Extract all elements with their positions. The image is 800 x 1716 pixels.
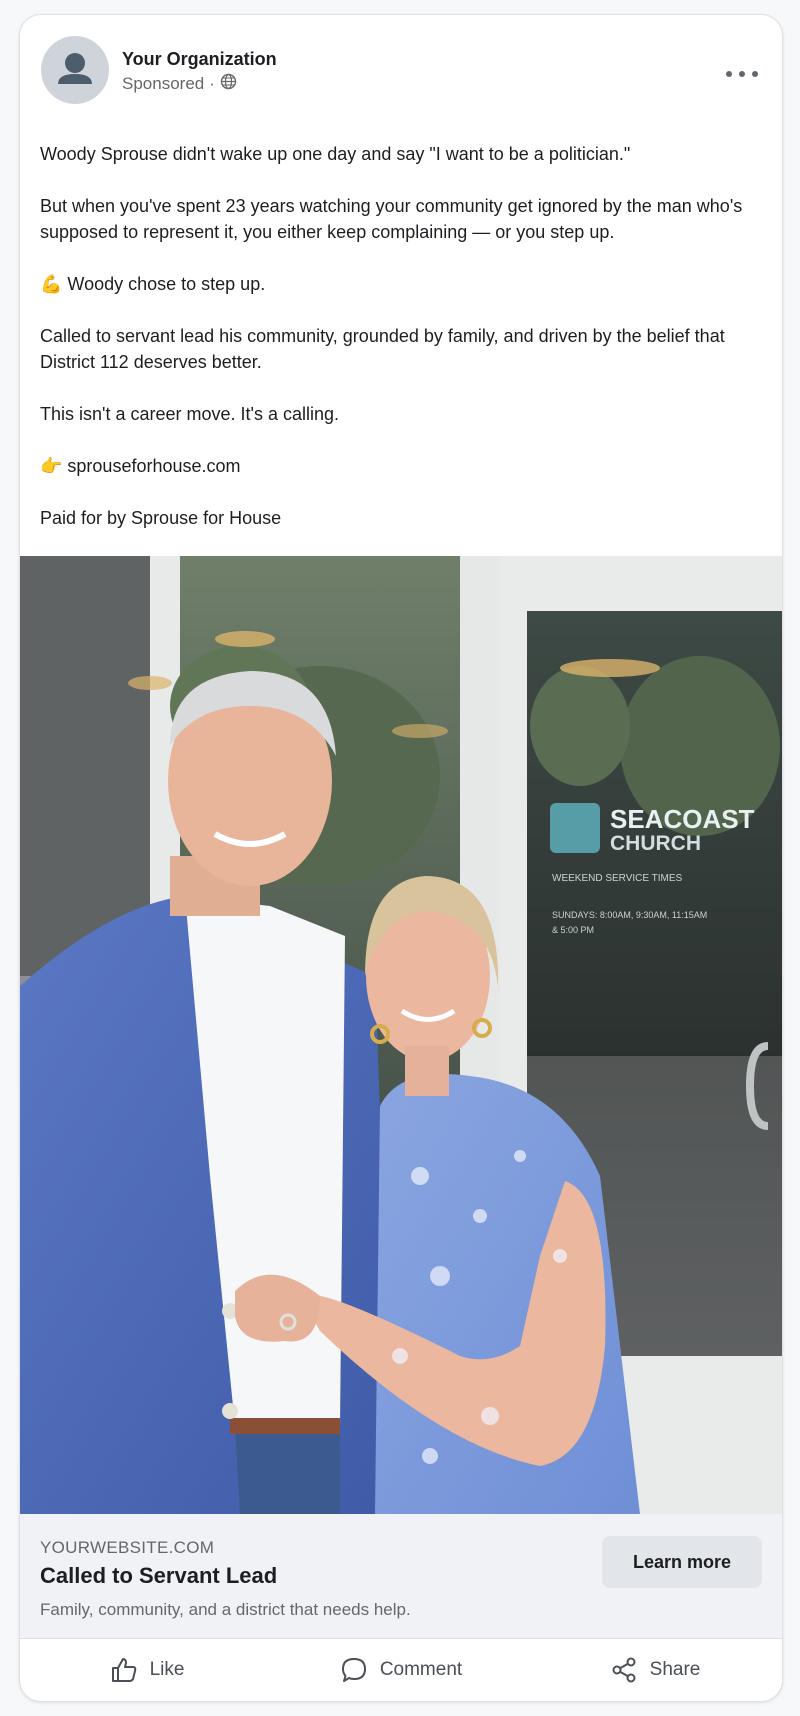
meta-separator: · [209,74,215,93]
user-placeholder-icon [58,53,92,84]
post-header: Your Organization Sponsored · [20,15,782,123]
sign-line-1: SEACOAST [610,804,755,834]
sign-line-4: SUNDAYS: 8:00AM, 9:30AM, 11:15AM [552,910,707,920]
sponsored-label: Sponsored [122,74,205,93]
sign-line-3: WEEKEND SERVICE TIMES [552,873,683,884]
thumbs-up-icon [111,1658,136,1682]
like-label: Like [149,1659,185,1680]
link-description: Family, community, and a district that n… [40,1600,411,1619]
link-preview[interactable]: YOURWEBSITE.COM Called to Servant Lead F… [20,1514,782,1639]
learn-more-button[interactable]: Learn more [602,1536,762,1588]
campaign-photo: SEACOAST CHURCH WEEKEND SERVICE TIMES SU… [20,556,782,1514]
like-button[interactable]: Like [20,1639,274,1701]
share-button[interactable]: Share [528,1639,782,1701]
more-options-button[interactable] [722,61,762,87]
church-logo-mark [550,803,600,853]
post-paragraph: Woody Sprouse didn't wake up one day and… [40,144,631,164]
share-label: Share [649,1659,701,1680]
comment-label: Comment [379,1659,463,1680]
link-headline: Called to Servant Lead [40,1563,278,1588]
post-body: Woody Sprouse didn't wake up one day and… [20,123,782,531]
post-paragraph: This isn't a career move. It's a calling… [40,404,339,424]
org-name[interactable]: Your Organization [122,49,277,70]
post-link-paragraph[interactable]: 👉 sprouseforhouse.com [40,453,762,479]
post-photo[interactable]: SEACOAST CHURCH WEEKEND SERVICE TIMES SU… [20,556,782,1514]
globe-icon [220,73,237,95]
post-paragraph: Called to servant lead his community, gr… [40,326,725,372]
post-actions: Like Comment Share [20,1639,782,1701]
more-horizontal-icon [726,71,732,77]
post-meta: Sponsored · [122,73,237,95]
share-icon [612,1657,636,1683]
sponsored-post-card: Your Organization Sponsored · Woody Spro… [19,14,783,1702]
comment-bubble-icon [341,1658,366,1682]
link-domain: YOURWEBSITE.COM [40,1538,215,1557]
paid-for-disclaimer: Paid for by Sprouse for House [40,508,282,528]
avatar[interactable] [41,36,109,104]
comment-button[interactable]: Comment [274,1639,528,1701]
sign-line-5: & 5:00 PM [552,925,594,935]
sign-line-2: CHURCH [610,832,701,855]
post-paragraph: But when you've spent 23 years watching … [40,196,743,242]
post-paragraph: 💪 Woody chose to step up. [40,274,266,294]
